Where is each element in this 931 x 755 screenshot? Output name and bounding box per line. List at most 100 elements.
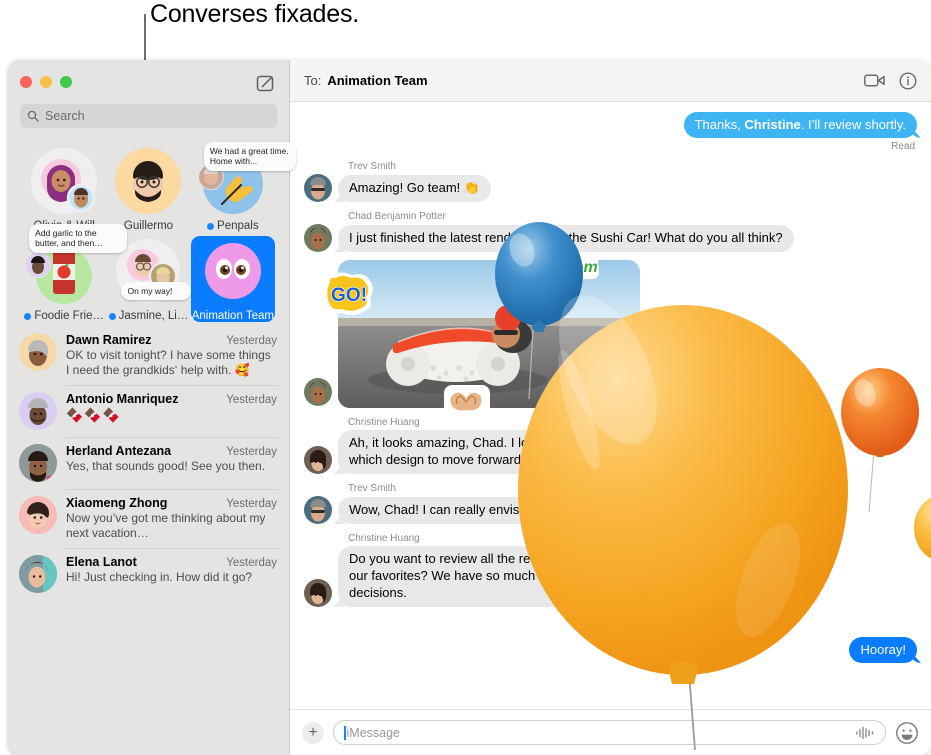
recipient-name[interactable]: Animation Team xyxy=(327,73,427,88)
pinned-item-animation-team[interactable]: Animation Team xyxy=(190,236,275,322)
message-sender: Trev Smith xyxy=(348,483,396,495)
list-item-body: Xiaomeng Zhong Yesterday Now you’ve got … xyxy=(66,496,277,541)
avatar xyxy=(19,333,57,371)
list-item-snippet: OK to visit tonight? I have some things … xyxy=(66,348,271,377)
bubble-text-bold: Christine xyxy=(744,117,801,132)
pinned-item-guillermo[interactable]: Guillermo xyxy=(106,146,190,232)
incoming-message: Chad Benjamin Potter I just finished the… xyxy=(304,211,917,253)
list-item-name: Herland Antezana xyxy=(66,444,172,458)
message-thread[interactable]: Thanks, Christine. I’ll review shortly. … xyxy=(290,102,931,709)
zoom-button[interactable] xyxy=(60,76,72,88)
outgoing-message-row: Hooray! xyxy=(304,636,917,663)
pinned-preview-bubble: On my way! xyxy=(121,282,192,301)
message-input[interactable]: iMessage xyxy=(333,720,886,745)
svg-text:GO!: GO! xyxy=(331,285,367,306)
message-timestamp: Today 9:41 AM xyxy=(575,616,646,629)
list-item-body: Herland Antezana Yesterday Yes, that sou… xyxy=(66,444,277,474)
message-sender: Christine Huang xyxy=(348,533,420,545)
chat-header: To: Animation Team xyxy=(290,60,931,102)
list-item-name: Xiaomeng Zhong xyxy=(66,496,168,510)
pinned-item-label: Foodie Frie… xyxy=(24,310,104,322)
message-input-bar: + iMessage xyxy=(290,709,931,755)
avatar xyxy=(115,148,182,214)
list-item[interactable]: Dawn Ramirez Yesterday OK to visit tonig… xyxy=(8,326,289,385)
info-circle-icon[interactable] xyxy=(899,71,917,90)
svg-text:Zoom: Zoom xyxy=(553,259,598,276)
sticker-go[interactable]: GO! xyxy=(322,272,376,323)
pinned-item-label: Animation Team xyxy=(191,310,274,322)
plus-icon[interactable]: + xyxy=(302,721,324,744)
message-sender: Chad Benjamin Potter xyxy=(348,211,446,223)
avatar-secondary xyxy=(25,252,52,278)
avatar xyxy=(304,496,332,525)
read-receipt: Read xyxy=(891,141,915,153)
list-item-body: Antonio Manriquez Yesterday 🍫🍫🍫 xyxy=(66,392,277,425)
message-sender: Trev Smith xyxy=(348,161,396,173)
outgoing-message-row: Thanks, Christine. I’ll review shortly. xyxy=(304,112,917,139)
incoming-bubble[interactable]: Wow, Chad! I can really envision us taki… xyxy=(338,497,801,525)
sticker-heart-hands[interactable] xyxy=(443,384,491,421)
list-item-time: Yesterday xyxy=(226,394,277,406)
list-item-time: Yesterday xyxy=(226,557,277,569)
photo-attachment[interactable]: GO! Zoom xyxy=(323,252,640,416)
list-item-snippet: 🍫🍫🍫 xyxy=(66,407,122,423)
list-item-body: Dawn Ramirez Yesterday OK to visit tonig… xyxy=(66,333,277,378)
avatar xyxy=(19,555,57,593)
outgoing-bubble[interactable]: Hooray! xyxy=(849,636,917,663)
search-input[interactable]: Search xyxy=(20,104,277,128)
list-item-time: Yesterday xyxy=(226,446,277,458)
list-item-name: Dawn Ramirez xyxy=(66,333,152,347)
pinned-item-label: Penpals xyxy=(207,220,259,232)
avatar xyxy=(19,392,57,430)
pinned-item-penpals[interactable]: We had a great time. Home with... Penpal… xyxy=(191,142,296,232)
callout-label: Converses fixades. xyxy=(150,0,359,28)
avatar xyxy=(200,238,266,304)
avatar xyxy=(304,578,332,607)
outgoing-bubble[interactable]: Thanks, Christine. I’ll review shortly. xyxy=(683,112,917,139)
unread-dot xyxy=(207,222,215,230)
list-item-name: Antonio Manriquez xyxy=(66,392,179,406)
incoming-bubble[interactable]: Do you want to review all the renders to… xyxy=(338,546,820,607)
unread-dot xyxy=(108,312,116,320)
message-sender: Christine Huang xyxy=(348,417,420,429)
pinned-item-foodie-friends[interactable]: Add garlic to the butter, and then… Food… xyxy=(22,224,128,322)
window-titlebar xyxy=(8,60,289,104)
video-camera-icon[interactable] xyxy=(864,73,885,88)
avatar xyxy=(304,378,332,407)
list-item-body: Elena Lanot Yesterday Hi! Just checking … xyxy=(66,555,277,585)
list-item[interactable]: Elena Lanot Yesterday Hi! Just checking … xyxy=(8,548,289,600)
incoming-message: Trev Smith Amazing! Go team! 👏 xyxy=(304,161,917,203)
list-item[interactable]: Antonio Manriquez Yesterday 🍫🍫🍫 xyxy=(8,385,289,437)
avatar xyxy=(304,446,332,475)
avatar: Add garlic to the butter, and then… xyxy=(25,224,128,304)
to-label: To: xyxy=(304,73,322,88)
emoji-smiley-icon[interactable] xyxy=(895,721,919,745)
minimize-button[interactable] xyxy=(40,76,52,88)
pinned-item-olivia-will[interactable]: Olivia & Will xyxy=(22,146,106,232)
list-item-name: Elena Lanot xyxy=(66,555,137,569)
list-item-snippet: Hi! Just checking in. How did it go? xyxy=(66,570,253,584)
unread-dot xyxy=(24,312,32,320)
incoming-bubble[interactable]: I just finished the latest renderings fo… xyxy=(338,225,794,253)
pinned-conversations: Olivia & Will xyxy=(8,134,296,322)
compose-icon[interactable] xyxy=(255,73,275,93)
avatar xyxy=(304,174,332,203)
attachment-row: GO! Zoom xyxy=(304,252,917,416)
text-caret xyxy=(344,725,346,740)
search-icon xyxy=(27,110,39,122)
list-item[interactable]: Xiaomeng Zhong Yesterday Now you’ve got … xyxy=(8,489,289,548)
incoming-bubble[interactable]: Amazing! Go team! 👏 xyxy=(338,175,492,203)
message-placeholder: iMessage xyxy=(346,725,401,740)
pinned-preview-bubble: We had a great time. Home with... xyxy=(203,142,296,171)
list-item[interactable]: Herland Antezana Yesterday Yes, that sou… xyxy=(8,437,289,489)
incoming-message: Christine Huang Ah, it looks amazing, Ch… xyxy=(304,417,917,475)
pinned-preview-bubble: Add garlic to the butter, and then… xyxy=(29,224,128,253)
pinned-item-label: Jasmine, Li… xyxy=(108,310,188,322)
sticker-zoom[interactable]: Zoom xyxy=(550,250,602,287)
incoming-bubble[interactable]: Ah, it looks amazing, Chad. I love it so… xyxy=(338,430,820,475)
conversation-list[interactable]: Dawn Ramirez Yesterday OK to visit tonig… xyxy=(8,322,289,755)
audio-waveform-icon[interactable] xyxy=(855,726,875,740)
list-item-time: Yesterday xyxy=(226,498,277,510)
close-button[interactable] xyxy=(20,76,32,88)
search-placeholder: Search xyxy=(45,109,85,123)
